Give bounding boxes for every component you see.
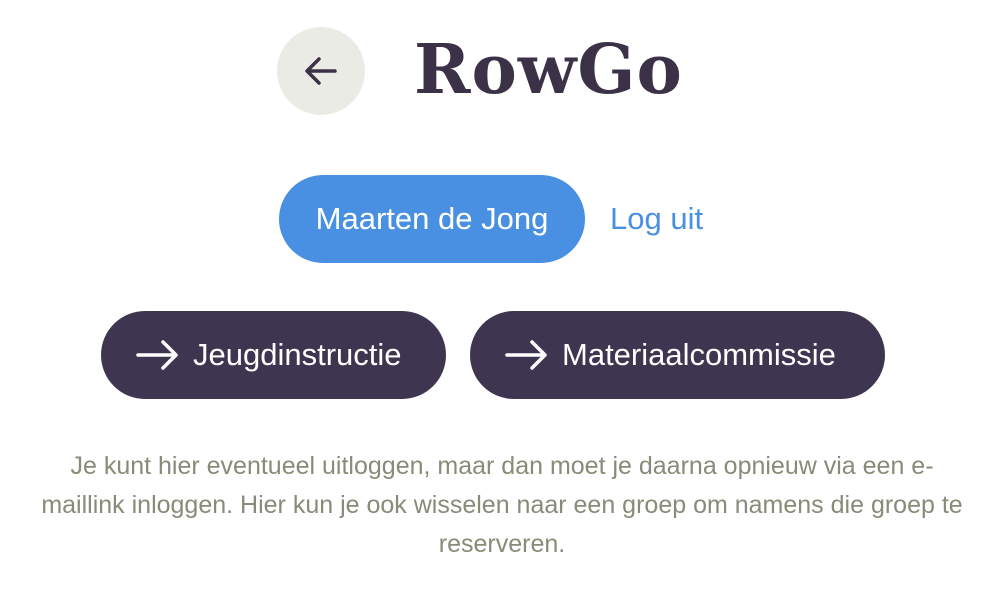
help-text: Je kunt hier eventueel uitloggen, maar d… bbox=[41, 452, 963, 558]
group-label: Jeugdinstructie bbox=[193, 337, 402, 372]
group-button-jeugdinstructie[interactable]: Jeugdinstructie bbox=[101, 311, 446, 399]
arrow-left-icon bbox=[305, 57, 337, 85]
user-name-label: Maarten de Jong bbox=[315, 201, 549, 236]
app-title: RowGo bbox=[414, 30, 683, 110]
user-account-button[interactable]: Maarten de Jong bbox=[279, 175, 585, 263]
group-button-materiaalcommissie[interactable]: Materiaalcommissie bbox=[470, 311, 885, 399]
back-button[interactable] bbox=[277, 27, 365, 115]
group-label: Materiaalcommissie bbox=[562, 337, 836, 372]
arrow-right-icon bbox=[136, 333, 180, 377]
arrow-right-icon bbox=[505, 333, 549, 377]
account-page: RowGo Maarten de Jong Log uit Jeugdinstr… bbox=[0, 0, 1004, 592]
logout-link[interactable]: Log uit bbox=[610, 175, 703, 263]
